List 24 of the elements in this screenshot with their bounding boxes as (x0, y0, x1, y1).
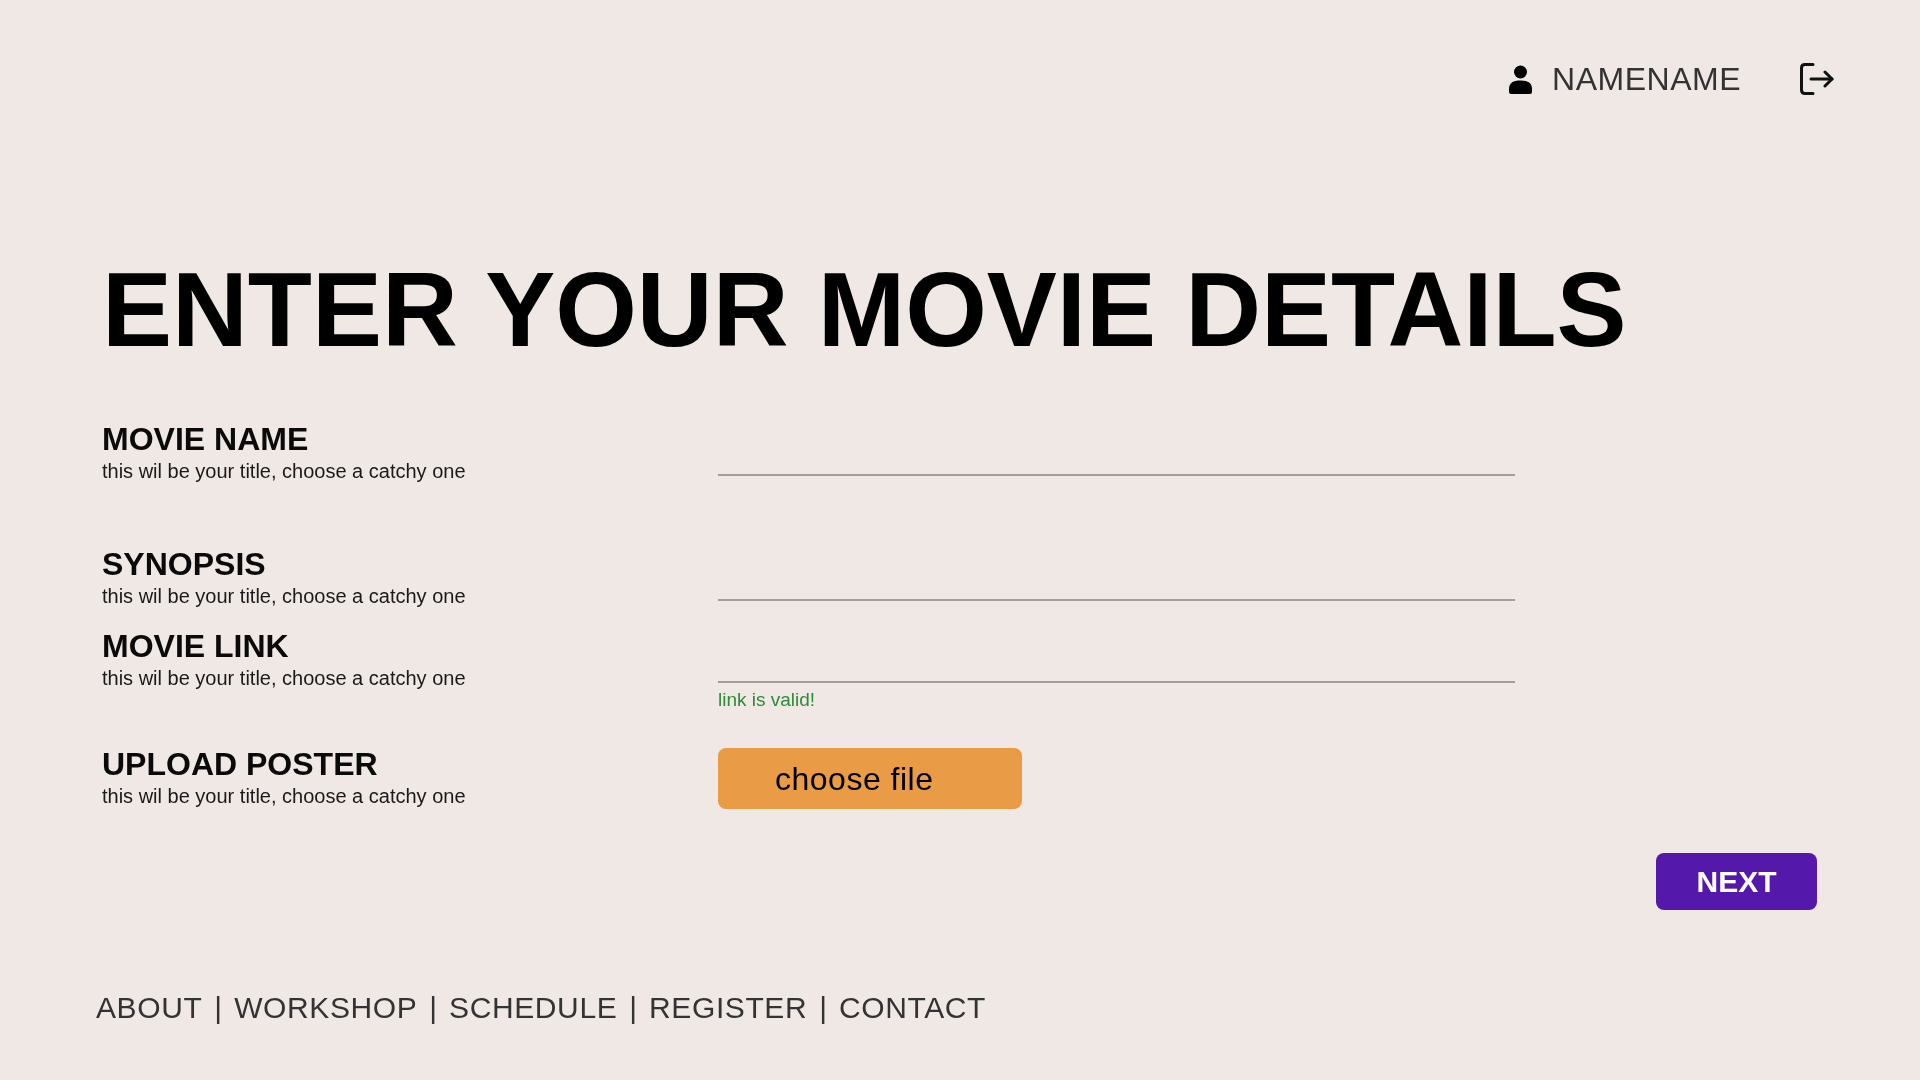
choose-file-button[interactable]: choose file (718, 748, 1022, 809)
footer-link[interactable]: SCHEDULE (449, 990, 618, 1026)
footer-link[interactable]: REGISTER (649, 990, 808, 1026)
field-hint: this wil be your title, choose a catchy one (102, 785, 466, 807)
field-hint: this wil be your title, choose a catchy one (102, 460, 466, 482)
footer-separator: | (818, 990, 829, 1026)
logout-icon[interactable] (1800, 63, 1834, 95)
user-name: NAMENAME (1552, 61, 1741, 97)
field-hint: this wil be your title, choose a catchy one (102, 667, 466, 689)
footer-link[interactable]: ABOUT (96, 990, 203, 1026)
footer-link[interactable]: CONTACT (839, 990, 986, 1026)
next-button[interactable]: NEXT (1656, 853, 1817, 910)
field-label: UPLOAD POSTER (102, 746, 378, 782)
page-title: ENTER YOUR MOVIE DETAILS (102, 258, 1627, 362)
validation-message: link is valid! (718, 689, 816, 711)
field-hint: this wil be your title, choose a catchy one (102, 585, 466, 607)
field-label: SYNOPSIS (102, 546, 266, 582)
field-label: MOVIE LINK (102, 628, 289, 664)
footer-link[interactable]: WORKSHOP (234, 990, 418, 1026)
user-icon (1509, 64, 1533, 94)
footer-separator: | (213, 990, 224, 1026)
footer-separator: | (428, 990, 439, 1026)
field-label: MOVIE NAME (102, 421, 309, 457)
footer-separator: | (628, 990, 639, 1026)
